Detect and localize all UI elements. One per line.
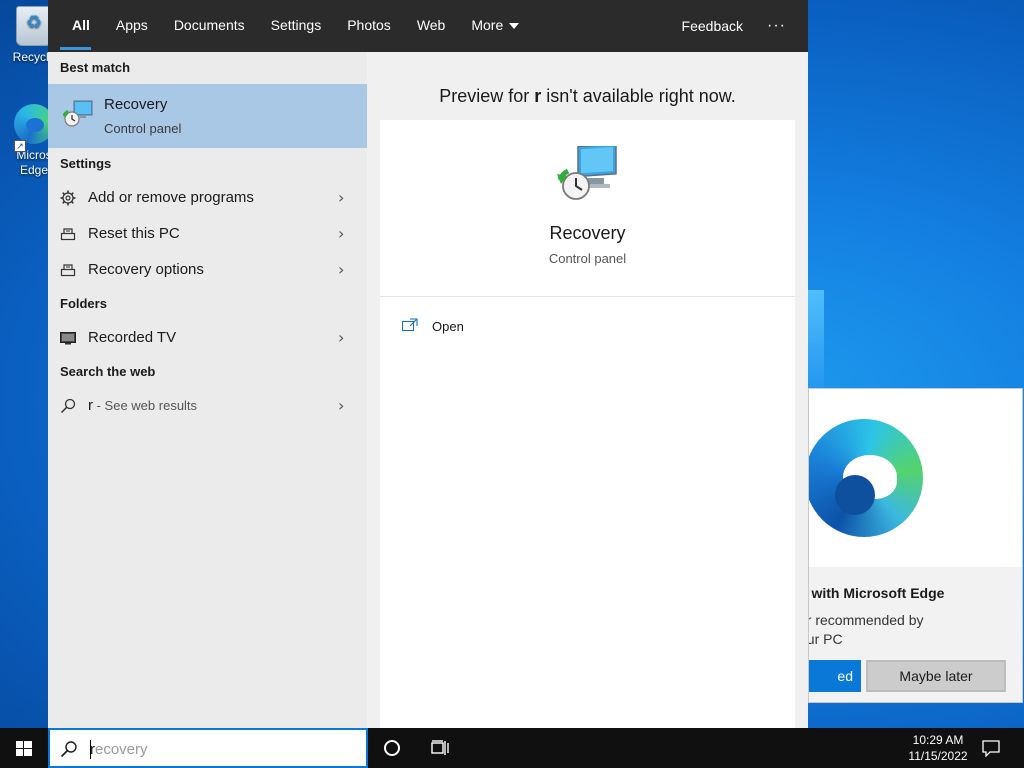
- section-header-search-web: Search the web: [60, 364, 156, 379]
- clock-date: 11/15/2022: [908, 749, 968, 763]
- gear-icon: [60, 190, 76, 206]
- chevron-right-icon[interactable]: ›: [338, 224, 344, 243]
- recovery-options-icon: [60, 264, 76, 277]
- result-recorded-tv[interactable]: Recorded TV ›: [48, 320, 367, 356]
- edge-promo-primary-button[interactable]: ed: [809, 660, 861, 692]
- taskbar: recovery 10:29 AM 11/15/2022: [0, 728, 1024, 768]
- edge-promo-text-line: er recommended by: [808, 612, 924, 628]
- result-label: Add or remove programs: [88, 189, 254, 206]
- search-input[interactable]: recovery: [90, 741, 148, 758]
- tab-more[interactable]: More: [458, 0, 532, 52]
- preview-subtitle: Control panel: [548, 251, 627, 266]
- tab-documents[interactable]: Documents: [161, 0, 258, 52]
- tab-web[interactable]: Web: [404, 0, 459, 52]
- edge-promo-title: b with Microsoft Edge: [808, 585, 945, 601]
- result-label: Recorded TV: [88, 329, 177, 346]
- result-recovery-options[interactable]: Recovery options ›: [48, 252, 367, 288]
- edge-promo-text: er recommended by our PC: [808, 611, 924, 649]
- maybe-later-button[interactable]: Maybe later: [866, 660, 1006, 692]
- best-match-recovery[interactable]: Recovery Control panel: [48, 84, 367, 148]
- tab-apps[interactable]: Apps: [103, 0, 161, 52]
- result-web-search[interactable]: r - See web results ›: [48, 388, 367, 424]
- preview-divider: [380, 296, 795, 297]
- section-header-settings: Settings: [60, 156, 112, 171]
- tab-settings[interactable]: Settings: [258, 0, 335, 52]
- section-header-folders: Folders: [60, 296, 107, 311]
- result-label: Reset this PC: [88, 225, 180, 242]
- search-icon: [60, 741, 77, 758]
- taskbar-search-box[interactable]: recovery: [48, 728, 368, 768]
- result-reset-this-pc[interactable]: Reset this PC ›: [48, 216, 367, 252]
- task-view-icon[interactable]: [431, 740, 449, 756]
- edge-promo-card: b with Microsoft Edge er recommended by …: [808, 388, 1023, 703]
- monitor-icon: [60, 332, 76, 345]
- feedback-button[interactable]: Feedback: [682, 18, 767, 34]
- web-query-suffix: - See web results: [93, 398, 198, 413]
- reset-pc-icon: [60, 228, 76, 241]
- tab-bar-right: Feedback ···: [682, 17, 808, 35]
- chevron-right-icon[interactable]: ›: [338, 260, 344, 279]
- recovery-icon: [557, 146, 617, 200]
- start-search-panel: All Apps Documents Settings Photos Web M…: [48, 0, 808, 728]
- notification-center-icon[interactable]: [982, 739, 1000, 757]
- more-options-button[interactable]: ···: [767, 17, 808, 35]
- preview-pane: Preview for r isn't available right now.…: [367, 52, 808, 728]
- open-external-icon: [402, 318, 418, 332]
- text-cursor: [90, 740, 91, 759]
- edge-logo-icon: [809, 419, 923, 537]
- preview-title: Recovery: [549, 223, 626, 243]
- tab-photos[interactable]: Photos: [334, 0, 404, 52]
- chevron-right-icon[interactable]: ›: [338, 188, 344, 207]
- chevron-down-icon: [509, 23, 520, 30]
- recovery-icon: [62, 100, 93, 127]
- preview-card: Recovery Control panel Open: [380, 120, 795, 728]
- windows-logo-icon: [16, 741, 32, 756]
- cortana-icon[interactable]: [384, 740, 400, 756]
- preview-unavailable-message: Preview for r isn't available right now.: [367, 86, 808, 107]
- preview-message-suffix: isn't available right now.: [541, 86, 736, 106]
- section-header-best-match: Best match: [60, 60, 131, 75]
- result-add-remove-programs[interactable]: Add or remove programs ›: [48, 180, 367, 216]
- result-label: Recovery options: [88, 261, 204, 278]
- clock-time: 10:29 AM: [912, 733, 964, 747]
- web-result-label: r - See web results: [88, 397, 197, 414]
- edge-promo-logo-area: [809, 389, 1022, 567]
- search-results-list: Best match Recovery Control panel Settin…: [48, 52, 367, 728]
- preview-message-prefix: Preview for: [439, 86, 535, 106]
- search-tab-bar: All Apps Documents Settings Photos Web M…: [48, 0, 808, 52]
- search-icon: [60, 398, 76, 414]
- chevron-right-icon[interactable]: ›: [338, 328, 344, 347]
- best-match-title: Recovery: [104, 96, 168, 113]
- start-button[interactable]: [0, 728, 48, 768]
- tab-all[interactable]: All: [48, 0, 103, 52]
- recycle-bin-icon: [16, 6, 52, 46]
- chevron-right-icon[interactable]: ›: [338, 396, 344, 415]
- taskbar-clock[interactable]: 10:29 AM 11/15/2022: [900, 732, 976, 764]
- best-match-subtitle: Control panel: [104, 121, 182, 136]
- search-autocomplete-hint: ecovery: [95, 741, 148, 758]
- shortcut-arrow-icon: ↗: [14, 140, 26, 152]
- open-label: Open: [432, 319, 464, 334]
- tab-more-label: More: [471, 17, 504, 33]
- edge-promo-text-line: our PC: [808, 631, 843, 647]
